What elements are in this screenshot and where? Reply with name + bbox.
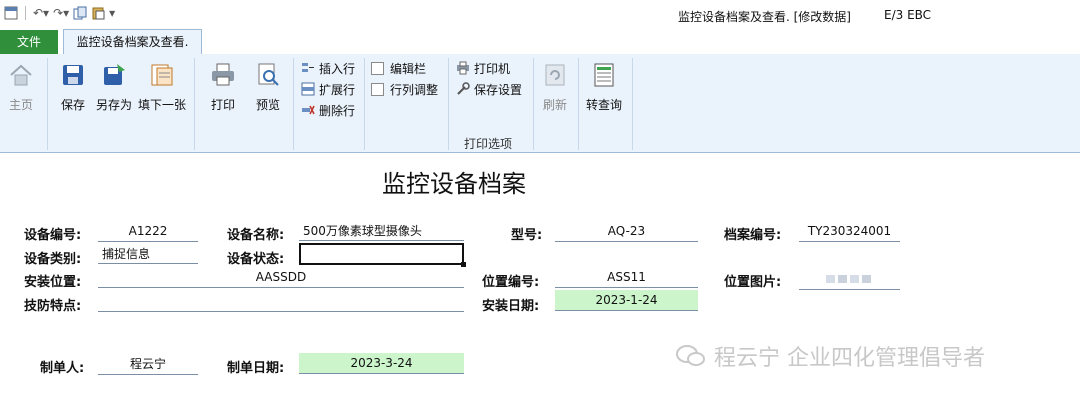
insert-row-icon <box>302 63 314 72</box>
archive-no-field[interactable]: TY230324001 <box>799 221 900 242</box>
location-image-label: 位置图片: <box>724 275 782 290</box>
creator-field[interactable]: 程云宁 <box>98 354 198 375</box>
edit-bar-check[interactable] <box>371 61 384 75</box>
expand-row-label: 扩展行 <box>319 82 356 97</box>
printer-label: 打印机 <box>474 61 511 76</box>
install-date-label: 安装日期: <box>482 299 540 314</box>
home-icon <box>10 64 32 86</box>
fill-next-button[interactable]: 填下一张 <box>138 62 186 113</box>
create-date-label: 制单日期: <box>227 361 285 376</box>
redo-icon[interactable]: ↷▾ <box>53 6 69 20</box>
device-no-label: 设备编号: <box>24 228 82 243</box>
row-col-adjust-checkbox[interactable]: 行列调整 <box>371 80 438 98</box>
print-options-group-label: 打印选项 <box>464 137 513 151</box>
row-col-adjust-label: 行列调整 <box>390 82 439 97</box>
settings-icon <box>457 82 470 95</box>
app-menu-icon[interactable] <box>4 6 18 20</box>
save-settings-button[interactable]: 保存设置 <box>456 80 522 98</box>
category-field[interactable]: 捕捉信息 <box>98 244 198 264</box>
creator-label: 制单人: <box>40 361 85 376</box>
create-date-field[interactable]: 2023-3-24 <box>299 353 464 374</box>
ribbon-separator <box>364 58 365 150</box>
ribbon-separator <box>533 58 534 150</box>
location-field[interactable]: AASSDD <box>98 267 464 288</box>
insert-row-label: 插入行 <box>319 61 356 76</box>
refresh-button[interactable]: 刷新 <box>542 62 568 113</box>
save-settings-label: 保存设置 <box>474 82 523 97</box>
ribbon-separator <box>293 58 294 150</box>
features-field[interactable] <box>98 291 464 312</box>
save-icon <box>63 65 83 85</box>
ribbon-separator <box>632 58 633 150</box>
device-name-field[interactable]: 500万像素球型摄像头 <box>299 221 464 241</box>
to-query-label: 转查询 <box>586 98 623 112</box>
ribbon: 主页 保存 另存为 填下一张 打印 预览 插入行 扩展行 删除行 编辑栏 行列调… <box>0 54 1080 153</box>
query-table-icon <box>594 63 614 87</box>
quick-access-toolbar: ↶▾ ↷▾ ▾ <box>4 6 115 20</box>
delete-row-button[interactable]: 删除行 <box>301 101 355 119</box>
print-label: 打印 <box>210 98 235 112</box>
location-image-thumbnail[interactable] <box>826 273 872 285</box>
window-title: 监控设备档案及查看. [修改数据] <box>678 10 851 24</box>
preview-icon <box>258 63 279 86</box>
watermark-text: 程云宁 企业四化管理倡导者 <box>714 346 985 371</box>
printer-button[interactable]: 打印机 <box>456 59 510 77</box>
archive-no-label: 档案编号: <box>724 228 782 243</box>
insert-row-button[interactable]: 插入行 <box>301 59 355 77</box>
save-button[interactable]: 保存 <box>60 62 86 113</box>
save-as-label: 另存为 <box>96 98 133 112</box>
undo-icon[interactable]: ↶▾ <box>33 6 49 20</box>
location-no-label: 位置编号: <box>482 275 540 290</box>
ribbon-separator <box>578 58 579 150</box>
status-label: 设备状态: <box>227 252 285 267</box>
print-button[interactable]: 打印 <box>210 62 236 113</box>
refresh-icon <box>545 64 565 86</box>
home-button[interactable]: 主页 <box>8 62 34 113</box>
title-bar: ↶▾ ↷▾ ▾ 监控设备档案及查看. [修改数据] E/3 EBC <box>0 0 1080 28</box>
save-as-button[interactable]: 另存为 <box>96 62 132 113</box>
qat-separator <box>25 6 26 20</box>
category-label: 设备类别: <box>24 252 82 267</box>
wechat-icon <box>676 345 705 366</box>
status-field[interactable] <box>299 243 466 267</box>
expand-row-button[interactable]: 扩展行 <box>301 80 355 98</box>
customize-qat-icon[interactable]: ▾ <box>109 6 115 20</box>
edit-bar-checkbox[interactable]: 编辑栏 <box>371 59 426 77</box>
copy-icon[interactable] <box>73 6 87 20</box>
ribbon-separator <box>47 58 48 150</box>
save-as-icon <box>104 64 125 85</box>
app-label: E/3 EBC <box>884 8 932 22</box>
tab-device-archive[interactable]: 监控设备档案及查看. <box>63 29 202 55</box>
to-query-button[interactable]: 转查询 <box>586 62 622 113</box>
fill-next-label: 填下一张 <box>138 98 187 112</box>
refresh-label: 刷新 <box>542 98 567 112</box>
location-label: 安装位置: <box>24 275 82 290</box>
location-no-field[interactable]: ASS11 <box>555 267 698 288</box>
home-label: 主页 <box>8 98 33 112</box>
save-label: 保存 <box>60 98 85 112</box>
row-col-adjust-check[interactable] <box>371 82 384 96</box>
delete-row-label: 删除行 <box>319 103 356 118</box>
install-date-field[interactable]: 2023-1-24 <box>555 290 698 311</box>
preview-label: 预览 <box>255 98 280 112</box>
device-no-field[interactable]: A1222 <box>98 221 198 242</box>
features-label: 技防特点: <box>24 299 82 314</box>
form-title: 监控设备档案 <box>382 170 526 198</box>
delete-row-icon <box>302 105 315 115</box>
preview-button[interactable]: 预览 <box>255 62 281 113</box>
model-label: 型号: <box>511 228 543 243</box>
expand-row-icon <box>301 82 315 96</box>
device-name-label: 设备名称: <box>227 228 285 243</box>
tab-file[interactable]: 文件 <box>0 30 58 54</box>
new-sheet-icon <box>151 64 173 86</box>
paste-icon[interactable] <box>91 6 105 20</box>
ribbon-separator <box>194 58 195 150</box>
printer-small-icon <box>457 61 469 75</box>
ribbon-separator <box>448 58 449 150</box>
watermark: 程云宁 企业四化管理倡导者 <box>676 340 985 372</box>
edit-bar-label: 编辑栏 <box>390 61 427 76</box>
printer-icon <box>212 63 234 86</box>
model-field[interactable]: AQ-23 <box>555 221 698 242</box>
